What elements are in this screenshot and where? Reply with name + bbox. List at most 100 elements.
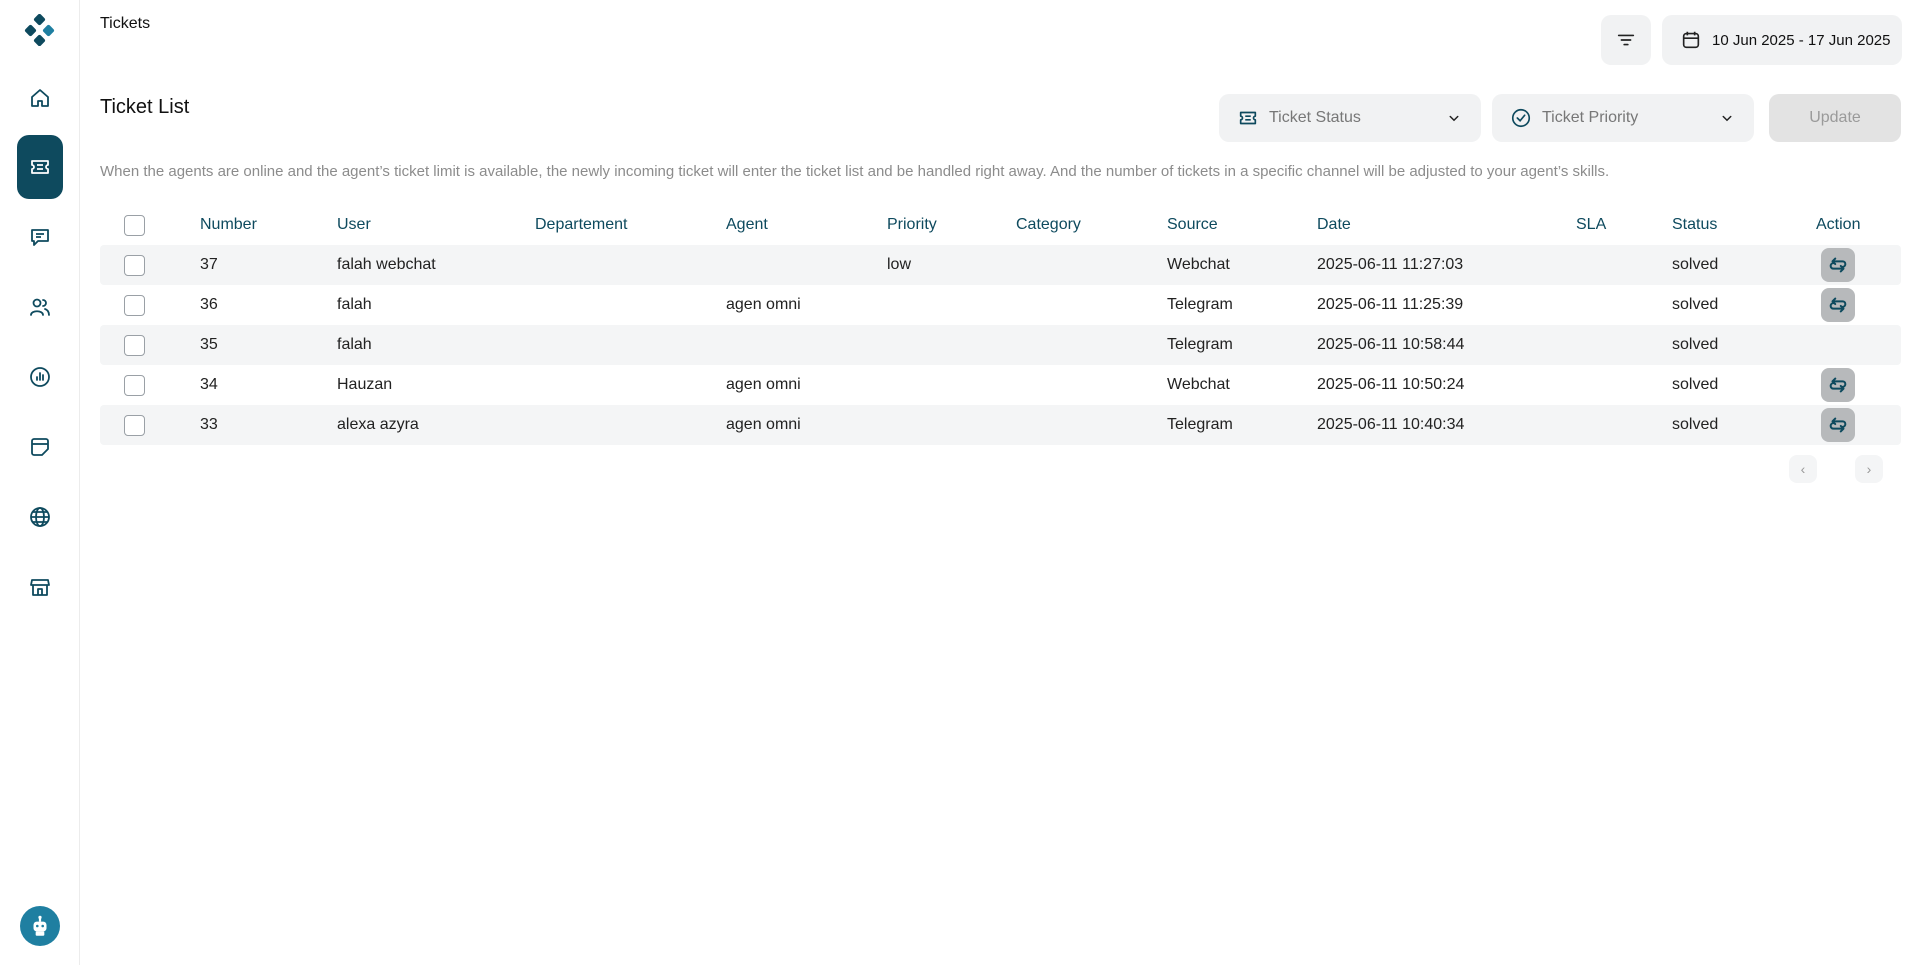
filter-icon <box>1617 34 1635 46</box>
table-header: Number User Departement Agent Priority C… <box>100 205 1901 245</box>
nav-reports[interactable] <box>17 354 63 400</box>
prev-page-button[interactable]: ‹ <box>1789 455 1817 483</box>
cell-user: Hauzan <box>337 376 393 393</box>
cell-number: 37 <box>200 256 218 273</box>
ticket-priority-placeholder: Ticket Priority <box>1542 109 1639 126</box>
cell-source: Telegram <box>1167 416 1233 433</box>
chevron-down-icon <box>1722 115 1732 122</box>
table-row[interactable]: 35 falah Telegram 2025-06-11 10:58:44 so… <box>100 325 1901 365</box>
date-range-label: 10 Jun 2025 - 17 Jun 2025 <box>1712 31 1891 49</box>
nav-home[interactable] <box>17 75 63 121</box>
cell-source: Webchat <box>1167 376 1230 393</box>
cell-agent: agen omni <box>726 296 801 313</box>
store-icon <box>30 579 50 596</box>
nav-users[interactable] <box>17 284 63 330</box>
nav-chat[interactable] <box>17 214 63 260</box>
cell-number: 34 <box>200 376 218 393</box>
section-title: Ticket List <box>100 96 190 118</box>
row-checkbox[interactable] <box>124 415 145 436</box>
cell-source: Webchat <box>1167 256 1230 273</box>
row-checkbox[interactable] <box>124 255 145 276</box>
sticker-icon <box>31 438 49 456</box>
repeat-icon <box>1829 257 1847 273</box>
cell-status: solved <box>1672 376 1719 393</box>
tickets-table: Number User Departement Agent Priority C… <box>100 205 1901 445</box>
chevron-down-icon <box>1449 115 1459 122</box>
nav-store[interactable] <box>17 564 63 610</box>
cell-date: 2025-06-11 10:40:34 <box>1317 416 1465 433</box>
row-checkbox[interactable] <box>124 335 145 356</box>
repeat-icon <box>1829 377 1847 393</box>
header-department[interactable]: Departement <box>535 216 628 234</box>
table-row[interactable]: 34 Hauzan agen omni Webchat 2025-06-11 1… <box>100 365 1901 405</box>
cell-date: 2025-06-11 11:25:39 <box>1317 296 1464 313</box>
nav-stickers[interactable] <box>17 424 63 470</box>
reassign-button[interactable] <box>1821 368 1855 402</box>
page-title: Tickets <box>100 15 151 32</box>
report-icon <box>30 367 50 387</box>
reassign-button[interactable] <box>1821 408 1855 442</box>
globe-icon <box>30 507 50 527</box>
date-range-picker[interactable]: 10 Jun 2025 - 17 Jun 2025 <box>1662 15 1902 65</box>
check-circle-icon <box>1511 108 1531 128</box>
header-sla[interactable]: SLA <box>1576 216 1606 234</box>
section-description: When the agents are online and the agent… <box>100 163 1610 180</box>
cell-date: 2025-06-11 11:27:03 <box>1317 256 1464 273</box>
header-category[interactable]: Category <box>1016 216 1081 234</box>
cell-number: 33 <box>200 416 218 433</box>
update-button[interactable]: Update <box>1769 94 1901 142</box>
cell-priority: low <box>887 256 912 273</box>
cell-user: alexa azyra <box>337 416 419 433</box>
header-priority[interactable]: Priority <box>887 216 937 234</box>
header-action: Action <box>1816 216 1861 233</box>
ticket-status-select[interactable]: Ticket Status <box>1219 94 1481 142</box>
repeat-icon <box>1829 417 1847 433</box>
cell-status: solved <box>1672 336 1719 353</box>
nav-web[interactable] <box>17 494 63 540</box>
cell-agent: agen omni <box>726 376 801 393</box>
repeat-icon <box>1829 297 1847 313</box>
home-icon <box>31 89 49 107</box>
header-number[interactable]: Number <box>200 216 257 234</box>
nav-tickets[interactable] <box>17 135 63 199</box>
cell-number: 35 <box>200 336 218 353</box>
calendar-icon <box>1682 31 1700 49</box>
table-row[interactable]: 37 falah webchat low Webchat 2025-06-11 … <box>100 245 1901 285</box>
cell-user: falah webchat <box>337 256 436 273</box>
header-source[interactable]: Source <box>1167 216 1218 234</box>
ticket-status-placeholder: Ticket Status <box>1269 109 1361 126</box>
cell-number: 36 <box>200 296 218 313</box>
header-date[interactable]: Date <box>1317 216 1351 234</box>
reassign-button[interactable] <box>1821 248 1855 282</box>
cell-status: solved <box>1672 416 1719 433</box>
sidebar <box>0 0 80 965</box>
header-agent[interactable]: Agent <box>726 216 768 234</box>
cell-source: Telegram <box>1167 296 1233 313</box>
reassign-button[interactable] <box>1821 288 1855 322</box>
table-row[interactable]: 33 alexa azyra agen omni Telegram 2025-0… <box>100 405 1901 445</box>
header-user[interactable]: User <box>337 216 371 234</box>
row-checkbox[interactable] <box>124 375 145 396</box>
cell-agent: agen omni <box>726 416 801 433</box>
cell-status: solved <box>1672 296 1719 313</box>
cell-user: falah <box>337 336 372 353</box>
cell-status: solved <box>1672 256 1719 273</box>
table-row[interactable]: 36 falah agen omni Telegram 2025-06-11 1… <box>100 285 1901 325</box>
cell-date: 2025-06-11 10:58:44 <box>1317 336 1465 353</box>
cell-source: Telegram <box>1167 336 1233 353</box>
bot-avatar[interactable] <box>20 906 60 946</box>
ticket-icon <box>1239 111 1257 125</box>
select-all-checkbox[interactable] <box>124 215 145 236</box>
ticket-priority-select[interactable]: Ticket Priority <box>1492 94 1754 142</box>
users-icon <box>30 298 50 316</box>
cell-user: falah <box>337 296 372 313</box>
ticket-icon <box>31 160 49 174</box>
row-checkbox[interactable] <box>124 295 145 316</box>
filter-button[interactable] <box>1601 15 1651 65</box>
app-logo-icon[interactable] <box>24 13 56 47</box>
chat-icon <box>31 229 49 246</box>
robot-icon <box>33 915 47 936</box>
cell-date: 2025-06-11 10:50:24 <box>1317 376 1465 393</box>
header-status[interactable]: Status <box>1672 216 1717 234</box>
next-page-button[interactable]: › <box>1855 455 1883 483</box>
